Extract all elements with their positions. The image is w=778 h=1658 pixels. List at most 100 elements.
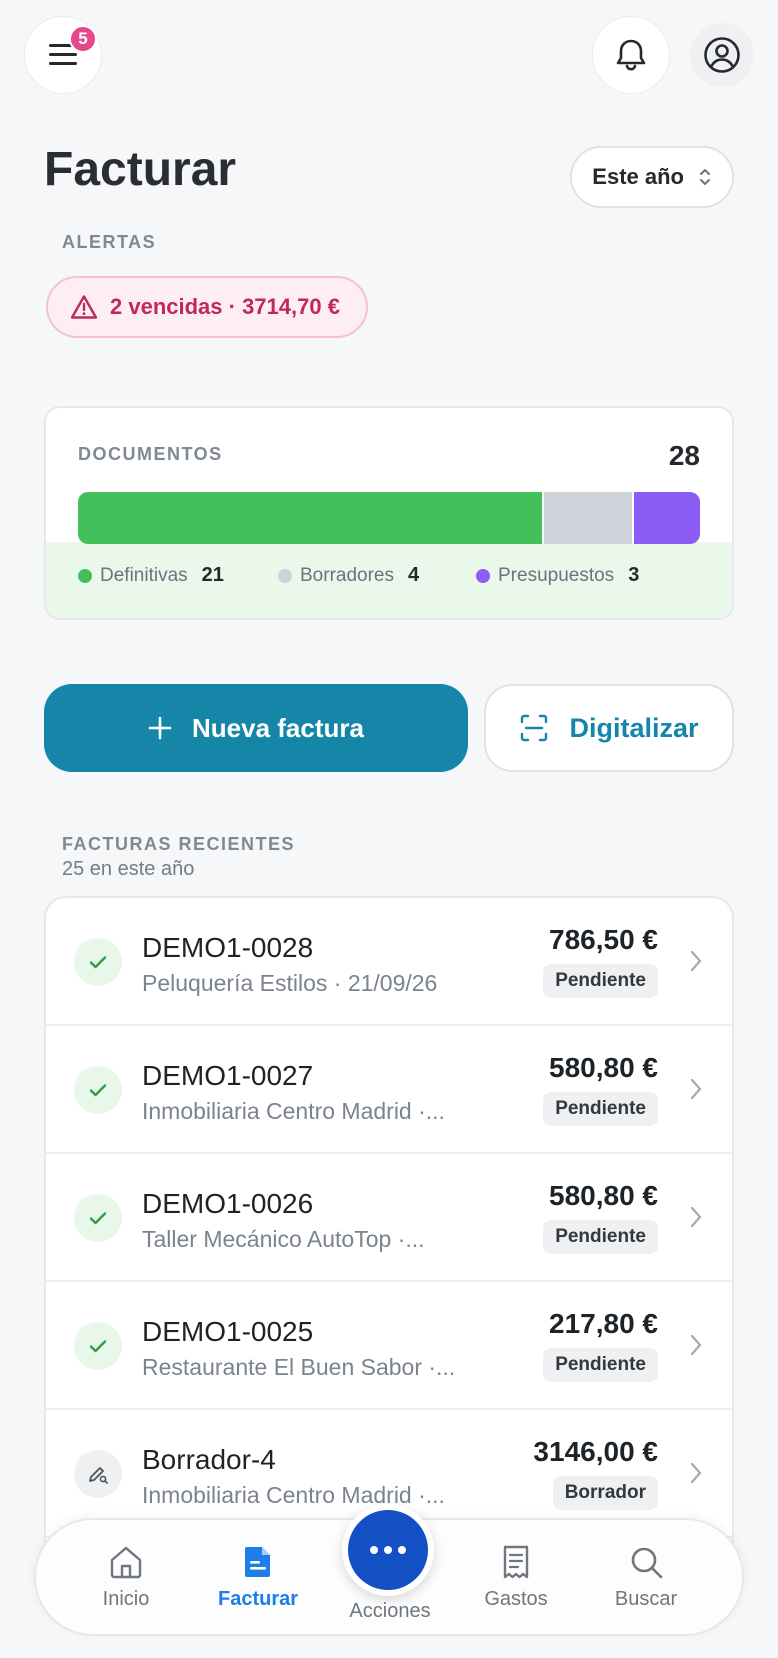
period-select[interactable]: Este año xyxy=(570,146,734,208)
legend-count: 21 xyxy=(201,564,224,586)
alerts-section-label: ALERTAS xyxy=(62,232,157,252)
chevron-right-icon xyxy=(690,1462,702,1484)
invoice-status-tag: Borrador xyxy=(552,1476,658,1510)
new-invoice-label: Nueva factura xyxy=(192,712,364,743)
nav-label: Acciones xyxy=(349,1600,431,1622)
invoice-number: Borrador-4 xyxy=(142,1444,276,1475)
invoice-number: DEMO1-0026 xyxy=(142,1188,314,1219)
period-select-label: Este año xyxy=(592,164,684,189)
invoice-status-indicator xyxy=(74,938,122,986)
home-icon xyxy=(110,1546,142,1579)
chevron-up-down-icon xyxy=(700,169,710,185)
nav-label: Facturar xyxy=(217,1588,299,1610)
invoice-amount: 3146,00 € xyxy=(533,1436,658,1467)
plus-icon xyxy=(148,716,172,740)
bar-segment-presupuestos xyxy=(633,492,700,544)
legend-count: 3 xyxy=(628,564,640,586)
overdue-alert-pill[interactable]: 2 vencidas · 3714,70 € xyxy=(46,276,368,338)
bar-segment-borradores xyxy=(543,492,632,544)
invoice-amount: 217,80 € xyxy=(549,1308,658,1339)
search-icon xyxy=(631,1547,663,1579)
scan-icon xyxy=(521,714,548,742)
invoice-amount: 580,80 € xyxy=(549,1052,658,1083)
nav-label: Gastos xyxy=(484,1588,548,1610)
chevron-right-icon xyxy=(690,1334,702,1356)
notification-count-badge: 5 xyxy=(69,25,97,53)
invoice-status-indicator xyxy=(74,1450,122,1498)
invoice-client: Restaurante El Buen Sabor ·... xyxy=(142,1354,456,1380)
invoice-amount: 786,50 € xyxy=(549,924,658,955)
notifications-button[interactable] xyxy=(592,16,670,94)
menu-button[interactable]: 5 xyxy=(24,16,102,94)
top-bar: 5 xyxy=(24,16,754,96)
more-dot-icon xyxy=(398,1546,406,1554)
warning-icon xyxy=(70,295,98,319)
new-invoice-button[interactable]: Nueva factura xyxy=(44,684,468,772)
legend-dot xyxy=(278,568,292,583)
chevron-right-icon xyxy=(690,1078,702,1100)
draft-pencil-icon xyxy=(89,1467,108,1484)
actions-fab-button[interactable] xyxy=(342,1504,434,1596)
invoice-client: Peluquería Estilos · 21/09/26 xyxy=(142,970,438,996)
legend-label: Borradores xyxy=(300,564,394,586)
check-icon xyxy=(89,956,107,969)
legend-count: 4 xyxy=(408,564,420,586)
chevron-right-icon xyxy=(690,950,702,972)
invoice-document-icon xyxy=(245,1547,270,1577)
invoice-client: Taller Mecánico AutoTop ·... xyxy=(142,1226,425,1252)
invoice-client: Inmobiliaria Centro Madrid ·... xyxy=(142,1098,445,1124)
invoice-status-tag: Pendiente xyxy=(543,1220,658,1254)
recent-invoices-subtitle: 25 en este año xyxy=(62,858,195,880)
documents-card[interactable]: DOCUMENTOS 28 Definitivas 21 Borradores … xyxy=(44,406,734,620)
invoice-number: DEMO1-0025 xyxy=(142,1316,314,1347)
profile-button[interactable] xyxy=(690,23,754,87)
bar-segment-definitivas xyxy=(78,492,542,544)
invoice-status-tag: Pendiente xyxy=(543,964,658,998)
legend-label: Presupuestos xyxy=(498,564,615,586)
more-dot-icon xyxy=(384,1546,392,1554)
recent-invoices-label: FACTURAS RECIENTES xyxy=(62,834,296,854)
invoice-row[interactable]: DEMO1-0027 Inmobiliaria Centro Madrid ·.… xyxy=(46,1026,732,1154)
nav-item-buscar[interactable]: Buscar xyxy=(586,1544,706,1611)
overdue-alert-text: 2 vencidas · 3714,70 € xyxy=(110,294,340,319)
nav-label: Inicio xyxy=(102,1588,150,1610)
check-icon xyxy=(89,1212,107,1225)
nav-item-inicio[interactable]: Inicio xyxy=(66,1544,186,1611)
legend-item-definitivas: Definitivas 21 xyxy=(78,564,278,587)
invoice-status-indicator xyxy=(74,1066,122,1114)
recent-invoices-list: DEMO1-0028 Peluquería Estilos · 21/09/26… xyxy=(44,896,734,1556)
invoice-number: DEMO1-0027 xyxy=(142,1060,314,1091)
nav-item-facturar[interactable]: Facturar xyxy=(198,1544,318,1611)
bell-icon xyxy=(616,39,646,71)
nav-item-gastos[interactable]: Gastos xyxy=(456,1544,576,1611)
digitize-button[interactable]: Digitalizar xyxy=(484,684,734,772)
invoice-row[interactable]: DEMO1-0028 Peluquería Estilos · 21/09/26… xyxy=(46,898,732,1026)
documents-stacked-bar xyxy=(78,492,700,544)
receipt-icon xyxy=(503,1545,529,1579)
invoice-number: DEMO1-0028 xyxy=(142,932,314,963)
invoice-amount: 580,80 € xyxy=(549,1180,658,1211)
legend-label: Definitivas xyxy=(100,564,188,586)
page-title: Facturar xyxy=(44,143,237,196)
invoice-status-indicator xyxy=(74,1322,122,1370)
invoice-status-tag: Pendiente xyxy=(543,1348,658,1382)
legend-item-presupuestos: Presupuestos 3 xyxy=(476,564,639,587)
nav-label: Buscar xyxy=(614,1588,678,1610)
legend-dot xyxy=(78,568,92,583)
digitize-label: Digitalizar xyxy=(569,712,699,743)
invoice-status-tag: Pendiente xyxy=(543,1092,658,1126)
legend-dot xyxy=(476,568,490,583)
more-dot-icon xyxy=(370,1546,378,1554)
chevron-right-icon xyxy=(690,1206,702,1228)
invoice-status-indicator xyxy=(74,1194,122,1242)
check-icon xyxy=(89,1340,107,1353)
user-avatar-icon xyxy=(704,37,740,73)
check-icon xyxy=(89,1084,107,1097)
documents-total: 28 xyxy=(668,440,700,471)
documents-legend: Definitivas 21 Borradores 4 Presupuestos… xyxy=(78,564,639,587)
legend-item-borradores: Borradores 4 xyxy=(278,564,476,587)
documents-label: DOCUMENTOS xyxy=(78,444,223,464)
invoice-row[interactable]: DEMO1-0026 Taller Mecánico AutoTop ·... … xyxy=(46,1154,732,1282)
invoice-row[interactable]: DEMO1-0025 Restaurante El Buen Sabor ·..… xyxy=(46,1282,732,1410)
nav-item-acciones[interactable]: Acciones xyxy=(330,1600,450,1623)
